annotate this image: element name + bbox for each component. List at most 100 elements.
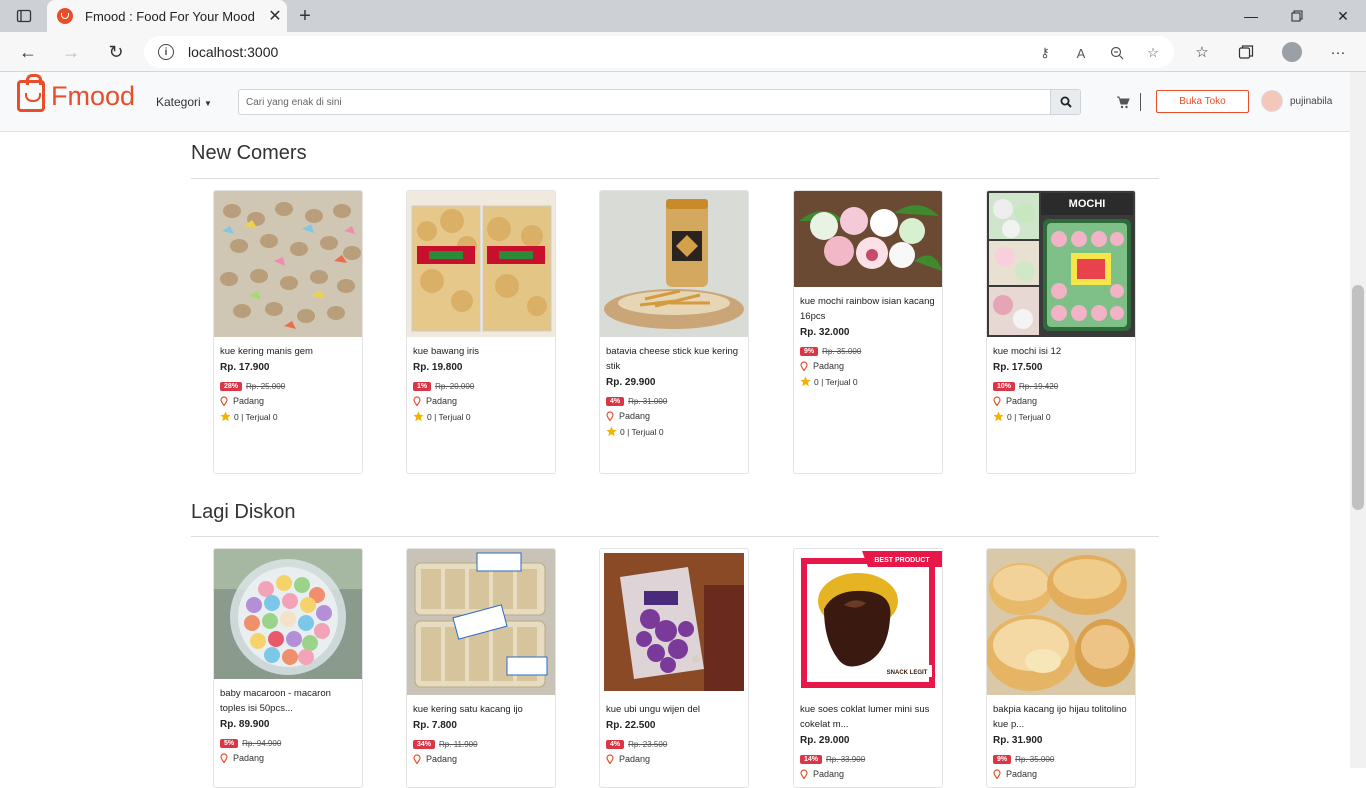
avatar[interactable] [1261, 90, 1283, 112]
star-rating-icon [993, 411, 1004, 422]
product-name: kue soes coklat lumer mini sus cokelat m… [800, 704, 930, 730]
location-pin-icon [993, 769, 1001, 779]
product-image [794, 191, 942, 287]
product-card[interactable]: kue bawang iris Rp. 19.800 1% Rp. 20.000 … [406, 190, 556, 474]
product-location: Padang [426, 396, 458, 406]
star-rating-icon [220, 411, 231, 422]
close-window-icon[interactable]: ✕ [1320, 0, 1366, 32]
product-image [987, 549, 1135, 695]
search-bar [238, 89, 1081, 115]
product-name: bakpia kacang ijo hijau tolitolino kue p… [993, 704, 1127, 730]
logo-text: Fmood [51, 80, 136, 111]
product-card[interactable]: kue mochi rainbow isian kacang 16pcs Rp.… [793, 190, 943, 474]
kategori-dropdown[interactable]: Kategori ▼ [156, 95, 212, 109]
location-pin-icon [413, 396, 421, 406]
old-price: Rp. 11.900 [439, 740, 478, 749]
read-aloud-icon[interactable]: A [1072, 44, 1090, 62]
kategori-label: Kategori [156, 95, 201, 109]
location-pin-icon [413, 754, 421, 764]
close-tab-icon[interactable]: ✕ [263, 6, 287, 26]
product-name: kue mochi isi 12 [993, 346, 1062, 357]
product-card[interactable]: kue kering manis gem Rp. 17.900 28% Rp. 2… [213, 190, 363, 474]
cart-icon[interactable] [1116, 95, 1130, 109]
username[interactable]: pujinabila [1290, 96, 1332, 107]
product-location: Padang [1006, 769, 1038, 779]
product-name: kue kering satu kacang ijo [413, 704, 523, 715]
product-price: Rp. 32.000 [800, 327, 850, 338]
product-card[interactable]: kue kering satu kacang ijo Rp. 7.800 34%… [406, 548, 556, 788]
header-divider [1140, 93, 1141, 111]
forward-icon[interactable]: → [59, 40, 83, 64]
site-info-icon[interactable]: i [158, 44, 174, 60]
product-card[interactable]: MOCHI kue mochi isi 12 Rp. 17.500 10% Rp.… [986, 190, 1136, 474]
new-tab-icon[interactable]: + [293, 4, 317, 28]
discount-badge: 9% [800, 347, 819, 356]
browser-tab[interactable]: Fmood : Food For Your Mood ✕ [47, 0, 287, 32]
product-price: Rp. 31.900 [993, 735, 1043, 746]
product-card[interactable]: baby macaroon - macaron toples isi 50pcs… [213, 548, 363, 788]
product-card[interactable]: batavia cheese stick kue kering stik Rp.… [599, 190, 749, 474]
section-divider [191, 178, 1159, 179]
refresh-icon[interactable]: ↻ [104, 40, 128, 64]
product-card[interactable]: BEST PRODUCT SNACK LEGIT kue soes coklat… [793, 548, 943, 788]
zoom-icon[interactable] [1108, 44, 1126, 62]
product-price: Rp. 17.900 [220, 362, 270, 373]
old-price: Rp. 31.000 [628, 397, 668, 406]
product-card[interactable]: bakpia kacang ijo hijau tolitolino kue p… [986, 548, 1136, 788]
key-icon[interactable]: ⚷ [1036, 44, 1054, 62]
product-image [407, 191, 555, 337]
location-pin-icon [800, 769, 808, 779]
product-location: Padang [619, 411, 651, 421]
product-stats: 0 | Terjual 0 [1007, 411, 1051, 422]
discount-badge: 4% [606, 740, 625, 749]
profile-icon[interactable] [1282, 42, 1302, 62]
product-price: Rp. 19.800 [413, 362, 463, 373]
minimize-icon[interactable]: — [1228, 0, 1274, 32]
browser-tab-bar: Fmood : Food For Your Mood ✕ + — ✕ [0, 0, 1366, 32]
location-pin-icon [606, 754, 614, 764]
product-card[interactable]: kue ubi ungu wijen del Rp. 22.500 4% Rp. … [599, 548, 749, 788]
location-pin-icon [800, 361, 808, 371]
tab-actions-icon[interactable] [14, 6, 34, 26]
shopping-bag-logo-icon [17, 74, 45, 112]
product-image [214, 549, 362, 679]
discount-badge: 28% [220, 382, 243, 391]
restore-icon[interactable] [1274, 0, 1320, 32]
old-price: Rp. 35.000 [1015, 755, 1055, 764]
product-name: kue bawang iris [413, 346, 480, 357]
fmood-logo[interactable]: Fmood [17, 74, 136, 112]
discount-badge: 9% [993, 755, 1012, 764]
site-header: Fmood Kategori ▼ Buka Toko pujinabila [0, 72, 1350, 132]
discount-badge: 5% [220, 739, 239, 748]
favorite-star-icon[interactable]: ☆ [1144, 44, 1162, 62]
search-button[interactable] [1050, 90, 1080, 114]
fmood-favicon-icon [57, 8, 73, 24]
caret-down-icon: ▼ [204, 99, 212, 108]
collections-icon[interactable] [1236, 42, 1256, 62]
address-bar[interactable]: i localhost:3000 ⚷ A ☆ [144, 36, 1174, 68]
discount-badge: 10% [993, 382, 1016, 391]
back-icon[interactable]: ← [16, 40, 40, 64]
product-location: Padang [813, 361, 845, 371]
discount-badge: 14% [800, 755, 823, 764]
product-price: Rp. 7.800 [413, 720, 457, 731]
product-image [600, 549, 748, 695]
product-price: Rp. 29.000 [800, 735, 850, 746]
product-price: Rp. 89.900 [220, 719, 270, 730]
product-name: baby macaroon - macaron toples isi 50pcs… [220, 688, 331, 714]
product-stats: 0 | Terjual 0 [814, 376, 858, 387]
product-location: Padang [233, 396, 265, 406]
favorites-icon[interactable]: ☆ [1192, 42, 1212, 62]
product-image [600, 191, 748, 337]
product-location: Padang [1006, 396, 1038, 406]
star-rating-icon [606, 426, 617, 437]
url-text: localhost:3000 [188, 44, 279, 60]
old-price: Rp. 23.500 [628, 740, 668, 749]
scrollbar-thumb[interactable] [1352, 285, 1364, 510]
old-price: Rp. 35.000 [822, 347, 862, 356]
product-price: Rp. 29.900 [606, 377, 656, 388]
more-menu-icon[interactable]: ··· [1328, 42, 1348, 62]
tab-title: Fmood : Food For Your Mood [85, 8, 255, 24]
buka-toko-button[interactable]: Buka Toko [1156, 90, 1249, 113]
search-input[interactable] [239, 90, 1050, 114]
